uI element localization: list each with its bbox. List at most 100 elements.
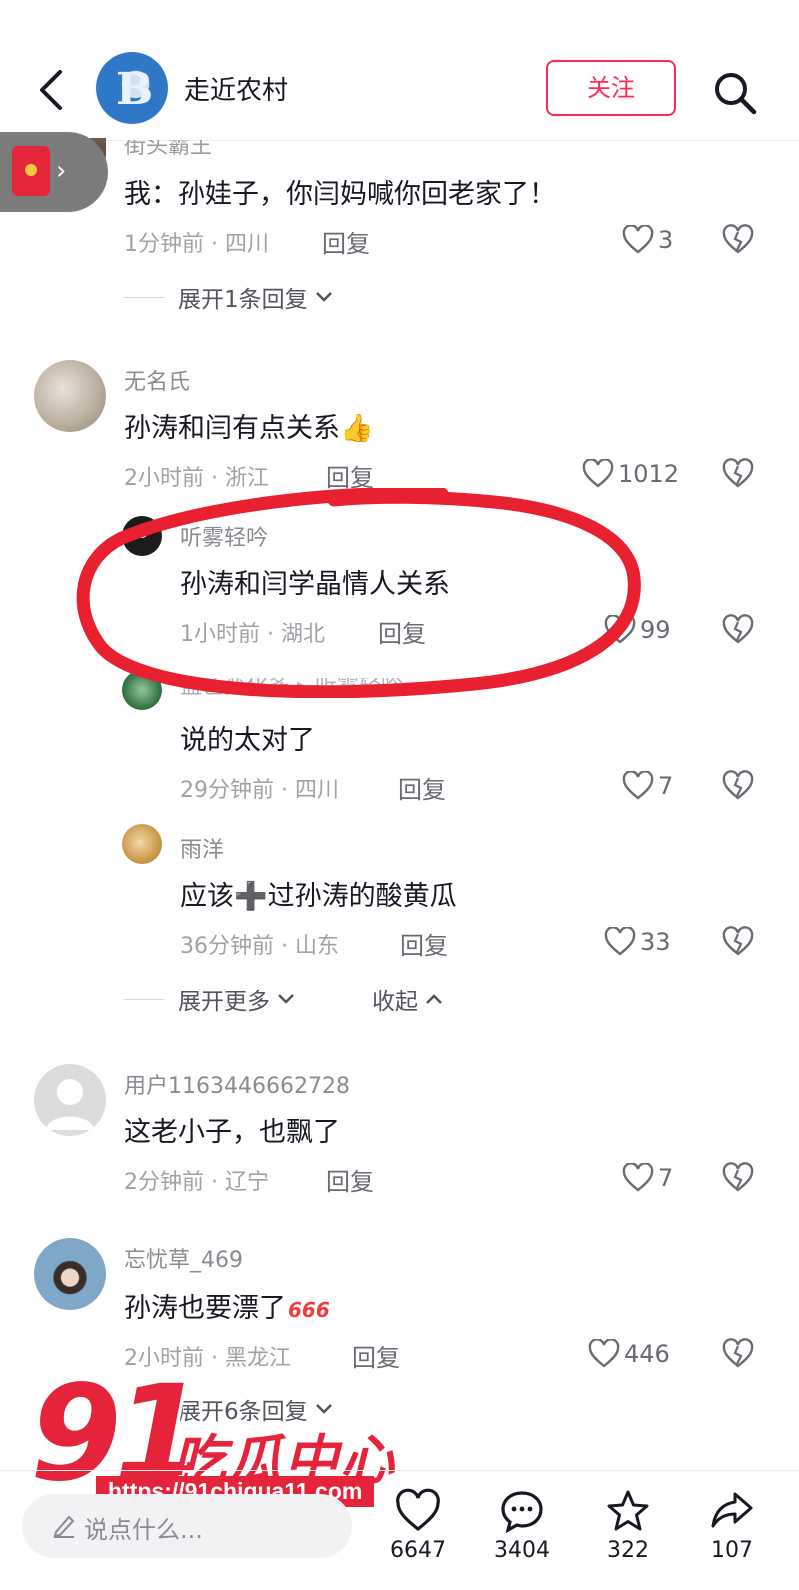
like-button[interactable]: 1012 (582, 454, 679, 494)
dislike-icon[interactable] (722, 614, 754, 646)
expand-more-label: 展开更多 (178, 989, 270, 1015)
divider (124, 998, 164, 1000)
like-count: 99 (640, 616, 671, 644)
comment-count: 3404 (494, 1538, 550, 1563)
comment-username[interactable]: 蓝色变化多 ▸ 听雾轻吟 (180, 678, 403, 700)
reply-button[interactable]: 回复 (326, 1162, 374, 1197)
heart-icon (622, 225, 654, 254)
comment-username[interactable]: 听雾轻吟 (180, 520, 268, 552)
share-icon (711, 1492, 753, 1528)
red-envelope-float[interactable]: › (0, 132, 108, 212)
comment-username[interactable]: 用户1163446662728 (124, 1068, 350, 1100)
comment-meta: 2分钟前 · 辽宁 (124, 1170, 269, 1195)
dislike-icon[interactable] (722, 1162, 754, 1194)
expand-label: 展开1条回复 (178, 287, 308, 313)
back-icon[interactable] (36, 68, 66, 112)
like-button[interactable]: 3 (622, 220, 673, 260)
like-count: 1012 (618, 460, 680, 488)
user-avatar[interactable] (122, 516, 162, 556)
heart-icon (622, 1163, 654, 1192)
comment-meta: 1分钟前 · 四川 (124, 232, 269, 257)
user-avatar[interactable] (34, 360, 106, 432)
comment-username[interactable]: 忘忧草_469 (124, 1242, 243, 1274)
comment-text: 这老小子，也飘了 (124, 1117, 340, 1148)
like-button[interactable]: 7 (622, 766, 673, 806)
reply-button[interactable]: 回复 (398, 770, 446, 805)
bottom-divider (0, 1470, 799, 1471)
default-avatar-icon (46, 1079, 94, 1130)
dislike-icon[interactable] (722, 1338, 754, 1370)
comment-button[interactable]: 3404 (482, 1488, 562, 1563)
favorite-count: 322 (607, 1538, 649, 1563)
emoji-666-badge: 666 (288, 1298, 330, 1322)
collapse-label: 收起 (372, 989, 418, 1015)
comment-username[interactable]: 雨洋 (180, 832, 224, 864)
reply-button[interactable]: 回复 (378, 614, 426, 649)
expand-replies-button[interactable]: 展开1条回复 (124, 280, 334, 314)
user-avatar[interactable] (34, 1064, 106, 1136)
comment-text: 孙涛和闫学晶情人关系 (180, 569, 450, 600)
favorite-button[interactable]: 322 (588, 1488, 668, 1563)
channel-avatar[interactable]: B (96, 52, 168, 124)
comment-username[interactable]: 无名氏 (124, 364, 190, 396)
channel-title[interactable]: 走近农村 (184, 70, 288, 107)
comment-text: 说的太对了 (180, 725, 315, 756)
pen-icon (53, 1515, 75, 1538)
reply-button[interactable]: 回复 (326, 458, 374, 493)
heart-icon (588, 1339, 620, 1368)
comment-meta: 1小时前 · 湖北 (180, 622, 325, 647)
user-avatar[interactable] (34, 1238, 106, 1310)
comment-icon (501, 1491, 543, 1534)
share-button[interactable]: 107 (692, 1488, 772, 1563)
chevron-up-icon (426, 994, 442, 1004)
heart-icon (604, 927, 636, 956)
expand-more-button[interactable]: 展开更多 (124, 982, 296, 1016)
chevron-right-icon: › (56, 156, 67, 186)
reply-button[interactable]: 回复 (322, 224, 370, 259)
red-envelope-icon (12, 146, 50, 196)
dislike-icon[interactable] (722, 770, 754, 802)
header-divider (0, 140, 799, 141)
like-button[interactable]: 99 (604, 610, 671, 650)
comment-text: 应该➕过孙涛的酸黄瓜 (180, 881, 457, 912)
like-button[interactable]: 446 (588, 1334, 670, 1374)
dislike-icon[interactable] (722, 926, 754, 958)
user-avatar[interactable] (122, 824, 162, 864)
chevron-down-icon (315, 1404, 332, 1414)
reply-button[interactable]: 回复 (400, 926, 448, 961)
share-count: 107 (711, 1538, 753, 1563)
comment-text-body: 孙涛也要漂了 (124, 1293, 286, 1324)
like-button[interactable]: 33 (604, 922, 671, 962)
like-count: 33 (640, 928, 671, 956)
star-icon (607, 1490, 649, 1531)
top-header: B 走近农村 关注 (0, 40, 799, 140)
like-button[interactable]: 7 (622, 1158, 673, 1198)
heart-icon (604, 615, 636, 644)
comment-input-placeholder: 说点什么... (84, 1516, 203, 1544)
heart-icon (622, 771, 654, 800)
comment-input[interactable]: 说点什么... (22, 1494, 352, 1558)
comment-text-body: 孙涛和闫有点关系 (124, 413, 340, 444)
like-video-button[interactable]: 6647 (378, 1488, 458, 1563)
comment-meta: 2小时前 · 浙江 (124, 466, 269, 491)
like-count: 3 (658, 226, 674, 254)
user-avatar[interactable] (122, 670, 162, 710)
heart-icon (582, 459, 614, 488)
like-count: 446 (624, 1340, 670, 1368)
collapse-button[interactable]: 收起 (372, 982, 444, 1016)
reply-button[interactable]: 回复 (352, 1338, 400, 1373)
comment-meta: 36分钟前 · 山东 (180, 934, 339, 959)
dislike-icon[interactable] (722, 224, 754, 256)
dislike-icon[interactable] (722, 458, 754, 490)
thumbs-up-icon: 👍 (340, 413, 374, 444)
comment-text: 孙涛和闫有点关系👍 (124, 406, 374, 445)
comment-text: 我：孙娃子，你闫妈喊你回老家了！ (124, 179, 556, 210)
chevron-down-icon (278, 994, 294, 1004)
comment-text: 孙涛也要漂了 666 (124, 1286, 330, 1325)
like-count: 7 (658, 1164, 674, 1192)
divider (124, 296, 164, 298)
follow-button[interactable]: 关注 (546, 60, 676, 116)
search-icon[interactable] (712, 70, 758, 116)
like-count: 7 (658, 772, 674, 800)
comment-meta: 29分钟前 · 四川 (180, 778, 339, 803)
